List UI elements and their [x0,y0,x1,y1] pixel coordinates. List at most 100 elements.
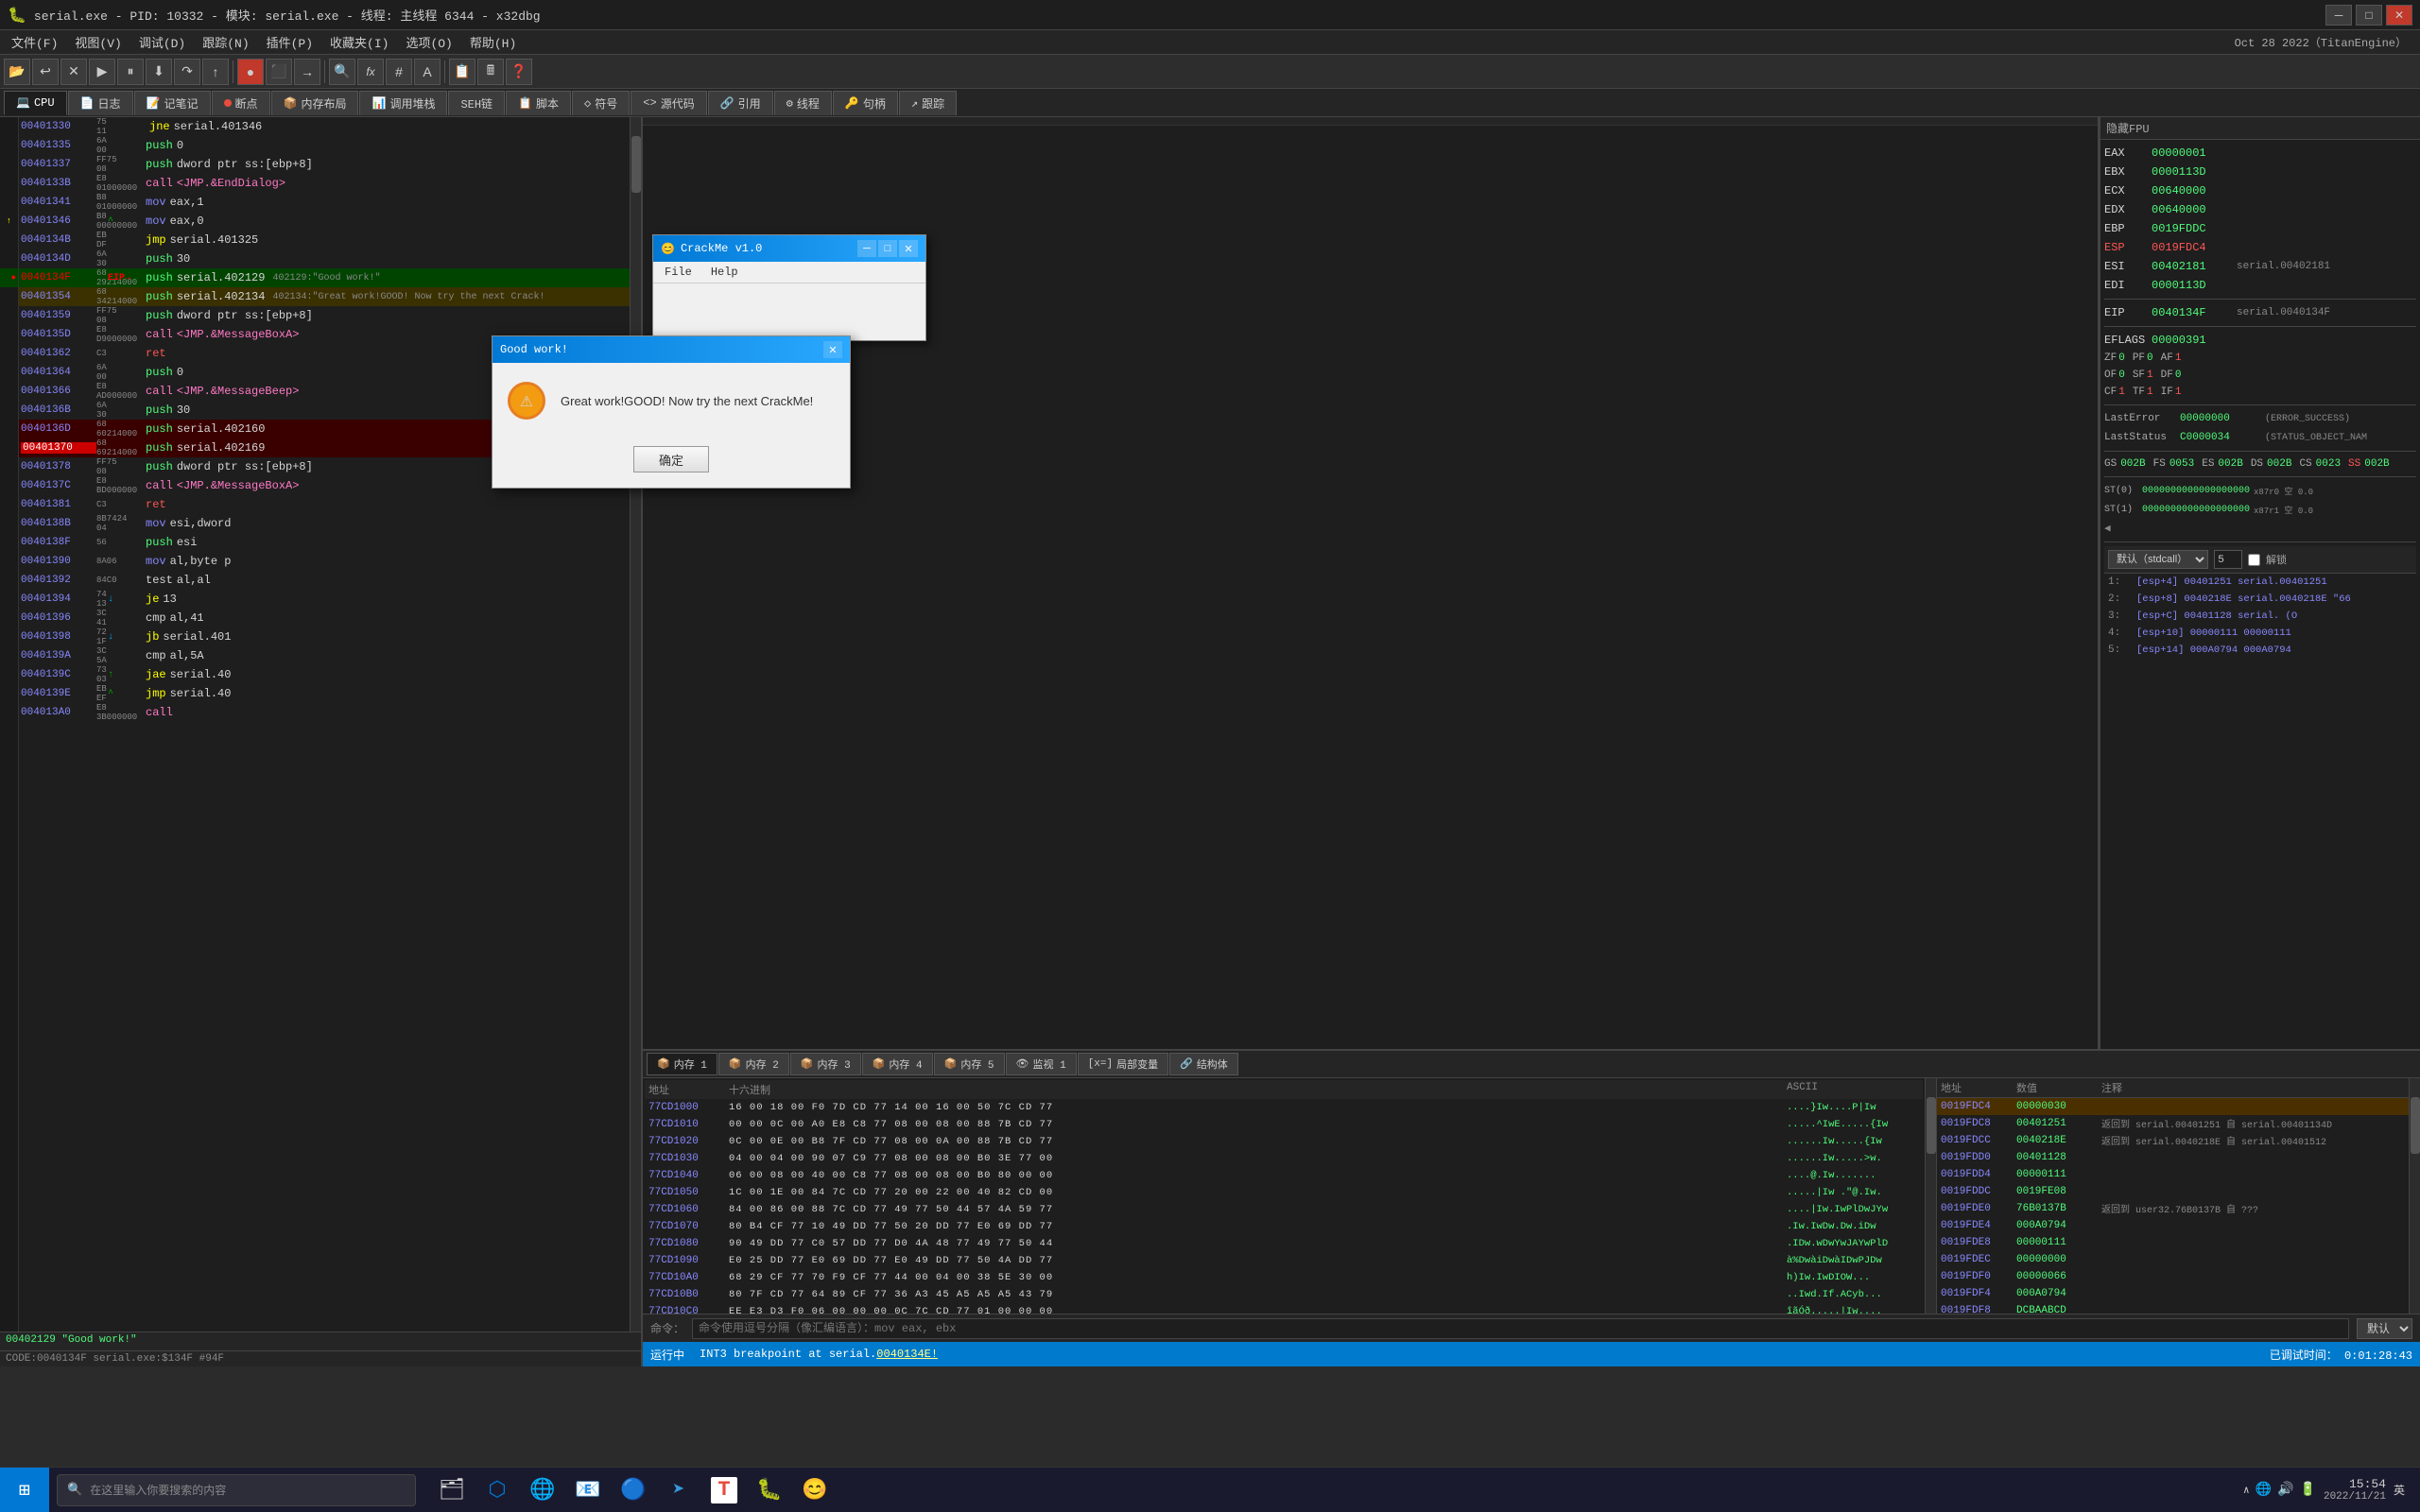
menu-view[interactable]: 视图(V) [67,31,129,53]
menu-trace[interactable]: 跟踪(N) [195,31,256,53]
disasm-line-21[interactable]: 00401381 C3 ret [19,495,630,514]
goodwork-dialog[interactable]: Good work! ✕ ⚠ Great work!GOOD! Now try … [492,335,851,489]
taskbar-app-smile[interactable]: 😊 [794,1469,836,1511]
toolbar-run-to[interactable]: → [294,59,320,85]
disasm-line-25[interactable]: 00401392 84C0 test al,al [19,571,630,590]
tab-threads[interactable]: ⚙ 线程 [774,91,832,115]
disasm-line-5[interactable]: 00401341 B8 01000000 mov eax,1 [19,193,630,212]
mem-row-6[interactable]: 77CD1060 84 00 86 00 88 7C CD 77 49 77 5… [645,1201,1923,1218]
reg-esp[interactable]: ESP 0019FDC4 [2104,238,2416,257]
taskbar-app-debug[interactable]: 🐛 [749,1469,790,1511]
tab-refs[interactable]: 🔗 引用 [708,91,773,115]
menu-help[interactable]: 帮助(H) [462,31,524,53]
disasm-line-1[interactable]: 00401330 75 11 jne serial.401346 [19,117,630,136]
disasm-line-11[interactable]: 00401359 FF75 08 push dword ptr ss:[ebp+… [19,306,630,325]
close-button[interactable]: ✕ [2386,5,2412,26]
tab-cpu[interactable]: 💻 CPU [4,91,67,115]
toolbar-step-into[interactable]: ⬇ [146,59,172,85]
mem-row-9[interactable]: 77CD1090 E0 25 DD 77 E0 69 DD 77 E0 49 D… [645,1252,1923,1269]
fpu-expand[interactable]: ◀ [2104,519,2416,538]
toolbar-pause[interactable]: ⏸ [117,59,144,85]
disasm-line-28[interactable]: 00401398 72 1F ↓ jb serial.401 [19,627,630,646]
btab-mem2[interactable]: 📦 内存 2 [718,1053,789,1075]
goodwork-close-btn[interactable]: ✕ [823,341,842,358]
stack-row-10[interactable]: 0019FDF0 00000066 [1937,1268,2409,1285]
disasm-line-30[interactable]: 0040139C 73 03 ↑ jae serial.40 [19,665,630,684]
tab-callstack[interactable]: 📊 调用堆栈 [359,91,447,115]
minimize-button[interactable]: ─ [2325,5,2352,26]
disasm-line-22[interactable]: 0040138B 8B7424 04 mov esi,dword [19,514,630,533]
toolbar-close[interactable]: ✕ [60,59,87,85]
toolbar-restart[interactable]: ↩ [32,59,59,85]
disasm-line-eip[interactable]: 0040134F 68 29214000 EIP→ push serial.40… [19,268,630,287]
stack-row-0[interactable]: 0019FDC4 00000030 [1937,1098,2409,1115]
stack-row-2[interactable]: 0019FDCC 0040218E 返回到 serial.0040218E 自 … [1937,1132,2409,1149]
toolbar-mem[interactable]: 📋 [449,59,475,85]
toolbar-hash[interactable]: # [386,59,412,85]
mem-row-4[interactable]: 77CD1040 06 00 08 00 40 00 C8 77 08 00 0… [645,1167,1923,1184]
reg-eip[interactable]: EIP 0040134F serial.0040134F [2104,303,2416,322]
stack-row-12[interactable]: 0019FDF8 DCBAABCD [1937,1302,2409,1314]
mem-row-12[interactable]: 77CD10C0 EE E3 D3 F0 06 00 00 00 0C 7C C… [645,1303,1923,1314]
disasm-line-6[interactable]: 00401346 B8 00000000 ^ mov eax,0 [19,212,630,231]
toolbar-fx[interactable]: fx [357,59,384,85]
crackme-menu-file[interactable]: File [657,264,700,281]
mem-row-7[interactable]: 77CD1070 80 B4 CF 77 10 49 DD 77 50 20 D… [645,1218,1923,1235]
btab-struct[interactable]: 🔗 结构体 [1169,1053,1238,1075]
stack-scrollbar[interactable] [2409,1078,2420,1314]
disasm-line-29[interactable]: 0040139A 3C 5A cmp al,5A [19,646,630,665]
btab-locals[interactable]: [x=] 局部变量 [1078,1053,1168,1075]
reg-ecx[interactable]: ECX 00640000 [2104,181,2416,200]
toolbar-help2[interactable]: ❓ [506,59,532,85]
disasm-line-4[interactable]: 0040133B E8 01000000 call <JMP.&EndDialo… [19,174,630,193]
call-arg-count[interactable] [2214,550,2242,569]
mem-row-5[interactable]: 77CD1050 1C 00 1E 00 84 7C CD 77 20 00 2… [645,1184,1923,1201]
cs-entry-2[interactable]: 3: [esp+C] 00401128 serial. (O [2104,608,2416,625]
cs-entry-3[interactable]: 4: [esp+10] 00000111 00000111 [2104,625,2416,642]
cmd-dropdown[interactable]: 默认 [2357,1318,2412,1339]
disasm-scrollbar-thumb[interactable] [631,136,641,193]
disasm-line-31[interactable]: 0040139E EB EF ^ jmp serial.40 [19,684,630,703]
toolbar-run[interactable]: ▶ [89,59,115,85]
stack-row-7[interactable]: 0019FDE4 000A0794 [1937,1217,2409,1234]
tab-breakpoints[interactable]: 断点 [212,91,270,115]
start-button[interactable]: ⊞ [0,1468,49,1512]
clock[interactable]: 15:54 2022/11/21 [2324,1477,2386,1503]
menu-debug[interactable]: 调试(D) [131,31,193,53]
tab-notes[interactable]: 📝 记笔记 [134,91,211,115]
toolbar-step-out[interactable]: ↑ [202,59,229,85]
taskbar-app-browser[interactable]: ⬡ [476,1469,518,1511]
btab-mem4[interactable]: 📦 内存 4 [862,1053,933,1075]
toolbar-step-over[interactable]: ↷ [174,59,200,85]
command-input[interactable] [692,1318,2349,1339]
btab-watch[interactable]: 👁 监视 1 [1006,1053,1077,1075]
tab-log[interactable]: 📄 日志 [68,91,133,115]
stack-row-5[interactable]: 0019FDDC 0019FE08 [1937,1183,2409,1200]
reg-ebx[interactable]: EBX 0000113D [2104,163,2416,181]
stack-row-3[interactable]: 0019FDD0 00401128 [1937,1149,2409,1166]
unlock-checkbox[interactable] [2248,554,2260,566]
reg-eflags[interactable]: EFLAGS 00000391 [2104,331,2416,350]
disasm-line-7[interactable]: 0040134B EB DF jmp serial.401325 [19,231,630,249]
stack-row-1[interactable]: 0019FDC8 00401251 返回到 serial.00401251 自 … [1937,1115,2409,1132]
taskbar-app-t[interactable]: T [703,1469,745,1511]
disasm-line-32[interactable]: 004013A0 E8 3B000000 call [19,703,630,722]
cs-entry-1[interactable]: 2: [esp+8] 0040218E serial.0040218E "66 [2104,591,2416,608]
mem-row-10[interactable]: 77CD10A0 68 29 CF 77 70 F9 CF 77 44 00 0… [645,1269,1923,1286]
memory-scrollbar[interactable] [1925,1078,1936,1314]
taskbar-search-box[interactable]: 🔍 在这里输入你要搜索的内容 [57,1474,416,1506]
systray-up-arrow[interactable]: ∧ [2243,1484,2250,1497]
reg-edx[interactable]: EDX 00640000 [2104,200,2416,219]
mem-row-8[interactable]: 77CD1080 90 49 DD 77 C0 57 DD 77 D0 4A 4… [645,1235,1923,1252]
stack-row-8[interactable]: 0019FDE8 00000111 [1937,1234,2409,1251]
disasm-line-8[interactable]: 0040134D 6A 30 push 30 [19,249,630,268]
tab-handles[interactable]: 🔑 句柄 [833,91,898,115]
cs-entry-0[interactable]: 1: [esp+4] 00401251 serial.00401251 [2104,574,2416,591]
crackme-close-btn[interactable]: ✕ [899,240,918,257]
crackme-menu-help[interactable]: Help [703,264,746,281]
taskbar-app-edge[interactable]: 🌐 [522,1469,563,1511]
break-address-link[interactable]: 0040134E! [876,1348,938,1361]
stack-scroll-thumb[interactable] [2411,1097,2420,1154]
disasm-line-2[interactable]: 00401335 6A 00 push 0 [19,136,630,155]
mem-row-3[interactable]: 77CD1030 04 00 04 00 90 07 C9 77 08 00 0… [645,1150,1923,1167]
